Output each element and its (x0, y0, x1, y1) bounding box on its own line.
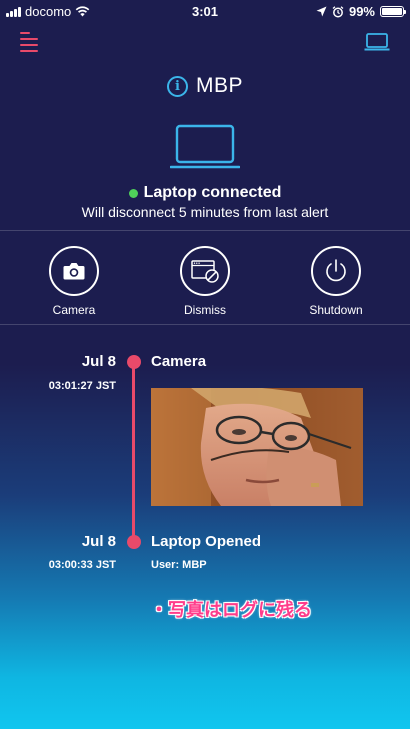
device-title-row: i MBP (0, 74, 410, 98)
menu-button[interactable] (20, 32, 42, 54)
timeline-dot (127, 355, 141, 369)
event-time: 03:00:33 JST (48, 559, 116, 571)
dismiss-label: Dismiss (184, 303, 226, 317)
event-date: Jul 8 (81, 533, 116, 550)
alarm-clock-icon (332, 5, 344, 17)
menu-line (20, 44, 38, 46)
event-user: User: MBP (151, 559, 207, 571)
timeline-dot (127, 535, 141, 549)
device-name: MBP (195, 74, 243, 97)
divider (0, 230, 410, 231)
annotation-caption: ・写真はログに残る (150, 600, 312, 620)
menu-line (20, 38, 38, 40)
connected-dot-icon (128, 188, 138, 198)
battery-percent: 99% (348, 4, 375, 19)
connection-status: Laptop connected (0, 184, 410, 202)
menu-line (20, 32, 30, 34)
dismiss-window-icon (180, 246, 230, 296)
status-bar: docomo 3:01 99% (0, 0, 410, 22)
battery-icon (380, 6, 406, 17)
camera-button[interactable]: Camera (24, 246, 124, 317)
camera-label: Camera (52, 303, 96, 317)
laptop-large-icon (170, 124, 240, 169)
battery-level (382, 8, 402, 15)
laptop-device-button[interactable] (364, 32, 390, 52)
dismiss-button[interactable]: Dismiss (155, 246, 255, 317)
camera-photo[interactable] (151, 388, 363, 506)
shutdown-label: Shutdown (309, 303, 363, 317)
divider (0, 324, 410, 325)
event-date: Jul 8 (81, 353, 116, 370)
shutdown-button[interactable]: Shutdown (286, 246, 386, 317)
event-title: Camera (151, 353, 207, 370)
connection-status-text: Laptop connected (143, 184, 282, 201)
info-icon[interactable]: i (166, 75, 188, 97)
menu-line (20, 50, 38, 52)
camera-icon (49, 246, 99, 296)
location-arrow-icon (316, 6, 327, 17)
disconnect-note: Will disconnect 5 minutes from last aler… (81, 204, 329, 220)
event-title: Laptop Opened (151, 533, 261, 550)
camera-photo-image (151, 388, 363, 506)
power-icon (311, 246, 361, 296)
timeline-line (132, 362, 135, 542)
status-right: 99% (316, 4, 406, 19)
event-time: 03:01:27 JST (48, 380, 116, 392)
